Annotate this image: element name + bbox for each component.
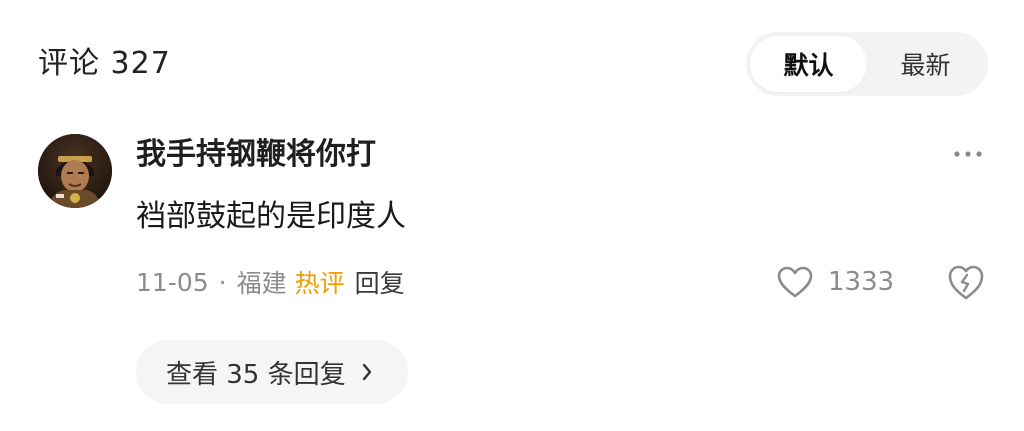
view-replies-button[interactable]: 查看 35 条回复 [136,340,408,404]
comment-username[interactable]: 我手持钢鞭将你打 [136,134,376,176]
sort-toggle: 默认 最新 [746,32,988,96]
more-horizontal-icon[interactable] [951,140,985,168]
sort-default-option[interactable]: 默认 [750,36,867,92]
broken-heart-icon[interactable] [946,263,986,301]
view-replies-label: 查看 35 条回复 [166,359,346,390]
hot-comment-badge: 热评 [294,269,345,298]
comment-location: 福建 [236,269,287,298]
chevron-right-icon [360,361,374,383]
sort-latest-option[interactable]: 最新 [867,36,984,92]
avatar[interactable] [38,134,112,208]
like-count: 1333 [828,267,895,297]
comment-date: 11-05 [136,267,209,297]
meta-separator: · [218,267,227,297]
comment-meta: 11-05 · 福建 热评 回复 [136,262,405,302]
like-button[interactable]: 1333 [776,262,894,302]
comments-count-title: 评论 327 [38,46,171,81]
reply-button[interactable]: 回复 [355,264,405,300]
comment-text: 裆部鼓起的是印度人 [136,199,406,234]
heart-outline-icon [777,266,813,298]
